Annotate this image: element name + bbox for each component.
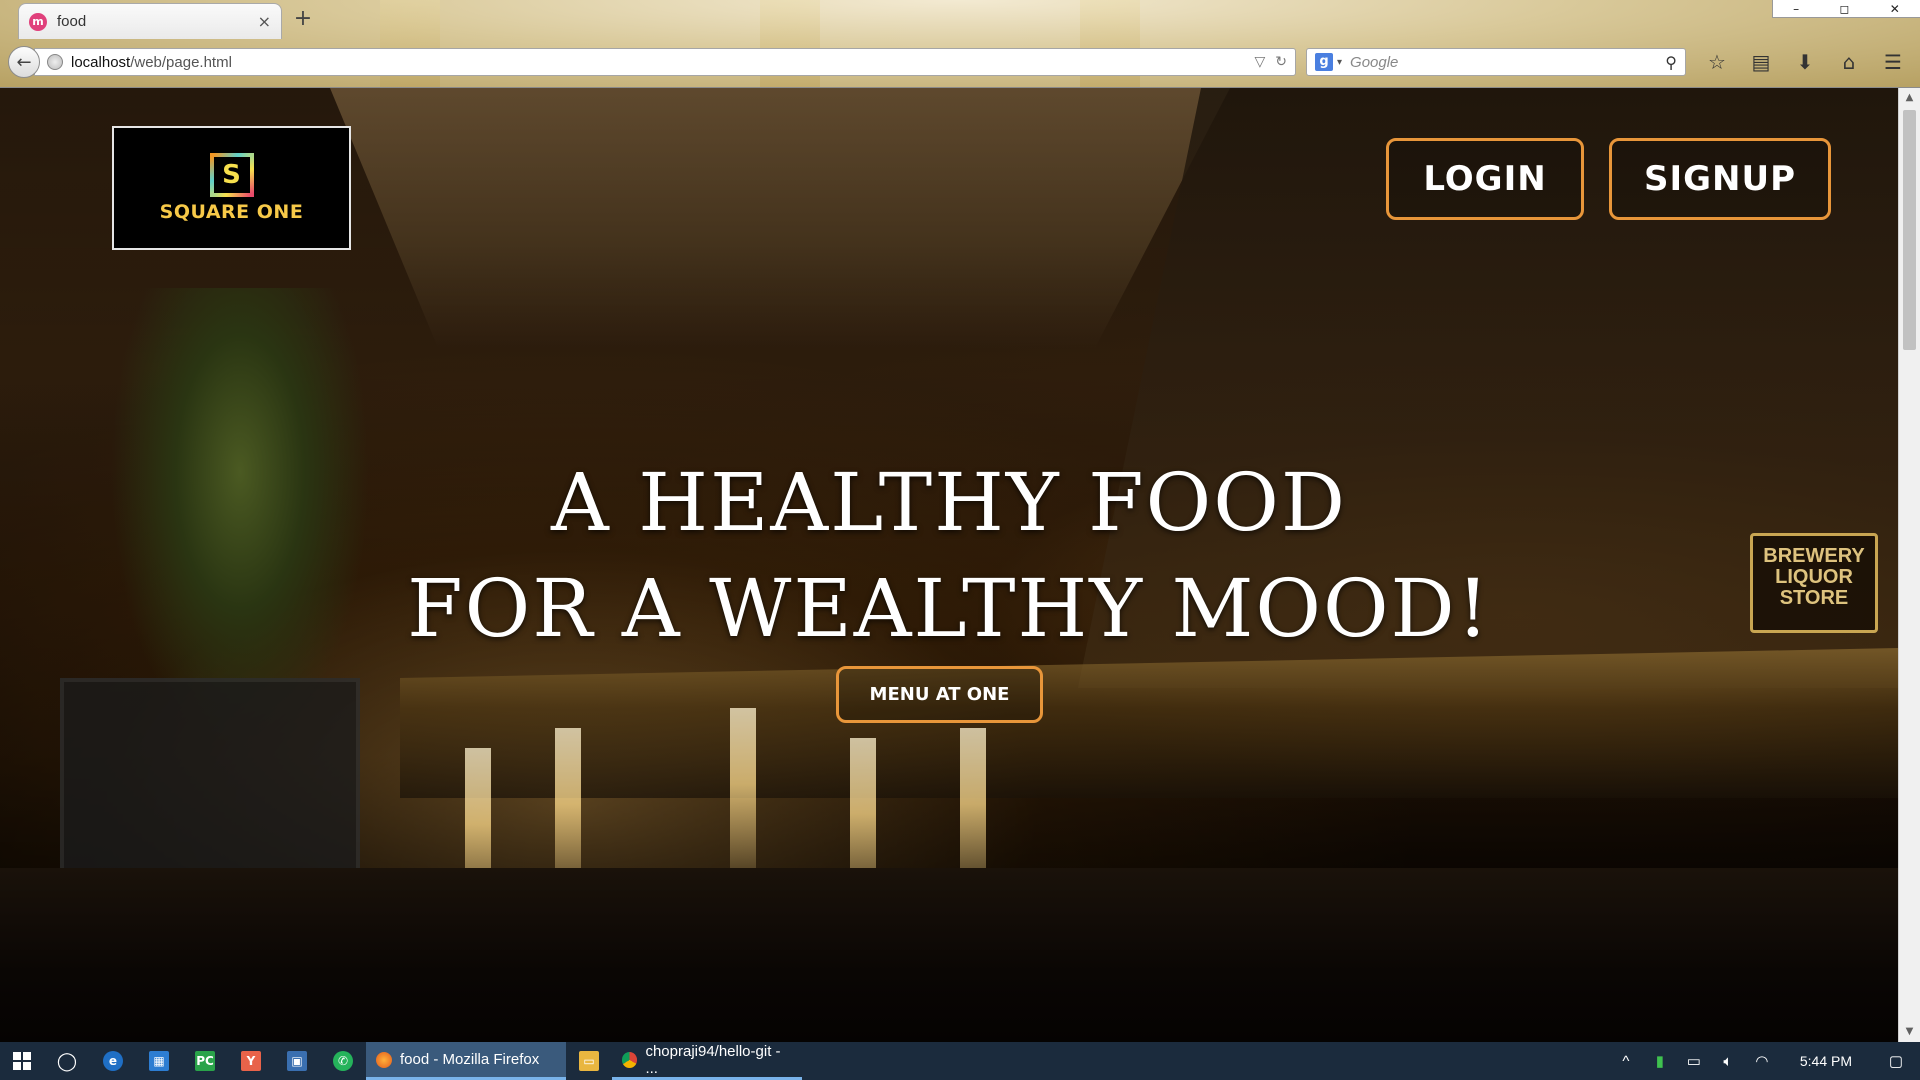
url-bar[interactable]: localhost/web/page.html ▽ ↻ [34,48,1296,76]
url-input[interactable]: localhost/web/page.html [71,54,1244,71]
tray-app-icon[interactable]: ▮ [1650,1052,1670,1070]
menu-button[interactable]: MENU AT ONE [836,666,1043,723]
site-logo[interactable]: S SQUARE ONE [112,126,351,250]
store-icon[interactable]: ▦ [136,1042,182,1080]
toolbar-icons: ☆ ▤ ⬇ ⌂ ☰ [1704,49,1906,75]
restore-button[interactable]: ◻ [1839,2,1849,16]
minimize-button[interactable]: – [1793,2,1799,16]
url-path: /web/page.html [130,53,232,71]
search-icon[interactable]: ⚲ [1665,53,1677,72]
system-tray: ^ ▮ ▭ 🔈︎ ◠ 5:44 PM ▢ [1616,1052,1920,1071]
chevron-up-icon[interactable]: ^ [1616,1053,1636,1070]
background-ceiling [330,88,1230,348]
chevron-down-icon[interactable]: ▽ [1254,54,1265,70]
clock[interactable]: 5:44 PM [1800,1053,1852,1069]
star-icon[interactable]: ☆ [1704,49,1730,75]
google-icon[interactable]: g [1315,53,1333,71]
reload-icon[interactable]: ↻ [1275,54,1287,70]
signup-button[interactable]: SIGNUP [1609,138,1831,220]
back-arrow-icon[interactable]: ← [8,46,40,78]
page-scrollbar[interactable]: ▲ ▼ [1898,88,1920,1042]
battery-icon[interactable]: ▭ [1684,1052,1704,1070]
windows-start-icon[interactable] [0,1042,44,1080]
scroll-thumb[interactable] [1903,110,1916,350]
taskbar-firefox-label: food - Mozilla Firefox [400,1051,540,1068]
app-icon[interactable]: ▣ [274,1042,320,1080]
tab-title: food [57,13,87,30]
new-tab-button[interactable]: + [290,6,316,32]
reading-list-icon[interactable]: ▤ [1748,49,1774,75]
firefox-icon [376,1051,392,1068]
window-controls: – ◻ ✕ [1772,0,1920,18]
yandex-icon[interactable]: Y [228,1042,274,1080]
browser-chrome: m food × + – ◻ ✕ ← localhost/web/page.ht… [0,0,1920,88]
pycharm-icon[interactable]: PC [182,1042,228,1080]
windows-taskbar: ◯ e ▦ PC Y ▣ ✆ food - Mozilla Firefox ▭ … [0,1042,1920,1080]
close-icon[interactable]: × [258,12,271,31]
download-icon[interactable]: ⬇ [1792,49,1818,75]
home-icon[interactable]: ⌂ [1836,49,1862,75]
hero-heading: A HEALTHY FOOD FOR A WEALTHY MOOD! [0,450,1898,662]
taskbar-chrome[interactable]: chopraji94/hello-git - ... [612,1042,802,1080]
taskbar-chrome-label: chopraji94/hello-git - ... [645,1042,781,1077]
globe-icon [47,54,63,70]
windows-logo-icon [13,1052,31,1070]
cortana-icon[interactable]: ◯ [44,1042,90,1080]
nav-bar: ← localhost/web/page.html ▽ ↻ g ▾ Google… [0,42,1920,82]
tab-bar: m food × + – ◻ ✕ [0,0,1920,40]
hamburger-menu-icon[interactable]: ☰ [1880,49,1906,75]
search-input[interactable]: Google [1350,54,1665,71]
chrome-icon [622,1051,638,1068]
scroll-up-icon[interactable]: ▲ [1899,88,1920,108]
hero-line-1: A HEALTHY FOOD [551,456,1347,549]
background-floor [0,868,1898,1042]
edge-icon[interactable]: e [90,1042,136,1080]
tab-food[interactable]: m food × [18,3,282,39]
taskbar-firefox[interactable]: food - Mozilla Firefox [366,1042,566,1080]
volume-icon[interactable]: 🔈︎ [1718,1053,1738,1070]
search-bar[interactable]: g ▾ Google ⚲ [1306,48,1686,76]
scroll-down-icon[interactable]: ▼ [1899,1022,1920,1042]
hero-line-2: FOR A WEALTHY MOOD! [407,562,1491,655]
logo-text: SQUARE ONE [159,201,304,223]
whatsapp-icon[interactable]: ✆ [320,1042,366,1080]
login-button[interactable]: LOGIN [1386,138,1584,220]
notifications-icon[interactable]: ▢ [1886,1052,1906,1070]
file-explorer-icon[interactable]: ▭ [566,1042,612,1080]
close-window-button[interactable]: ✕ [1890,2,1900,16]
url-host: localhost [71,53,131,71]
wifi-icon[interactable]: ◠ [1752,1052,1772,1070]
tab-favicon-icon: m [29,12,47,31]
search-engine-dropdown-icon[interactable]: ▾ [1337,57,1342,68]
logo-mark: S [209,153,254,197]
background-bar-counter [400,648,1898,798]
page-viewport: BREWERY LIQUOR STORE S SQUARE ONE LOGIN … [0,88,1898,1042]
